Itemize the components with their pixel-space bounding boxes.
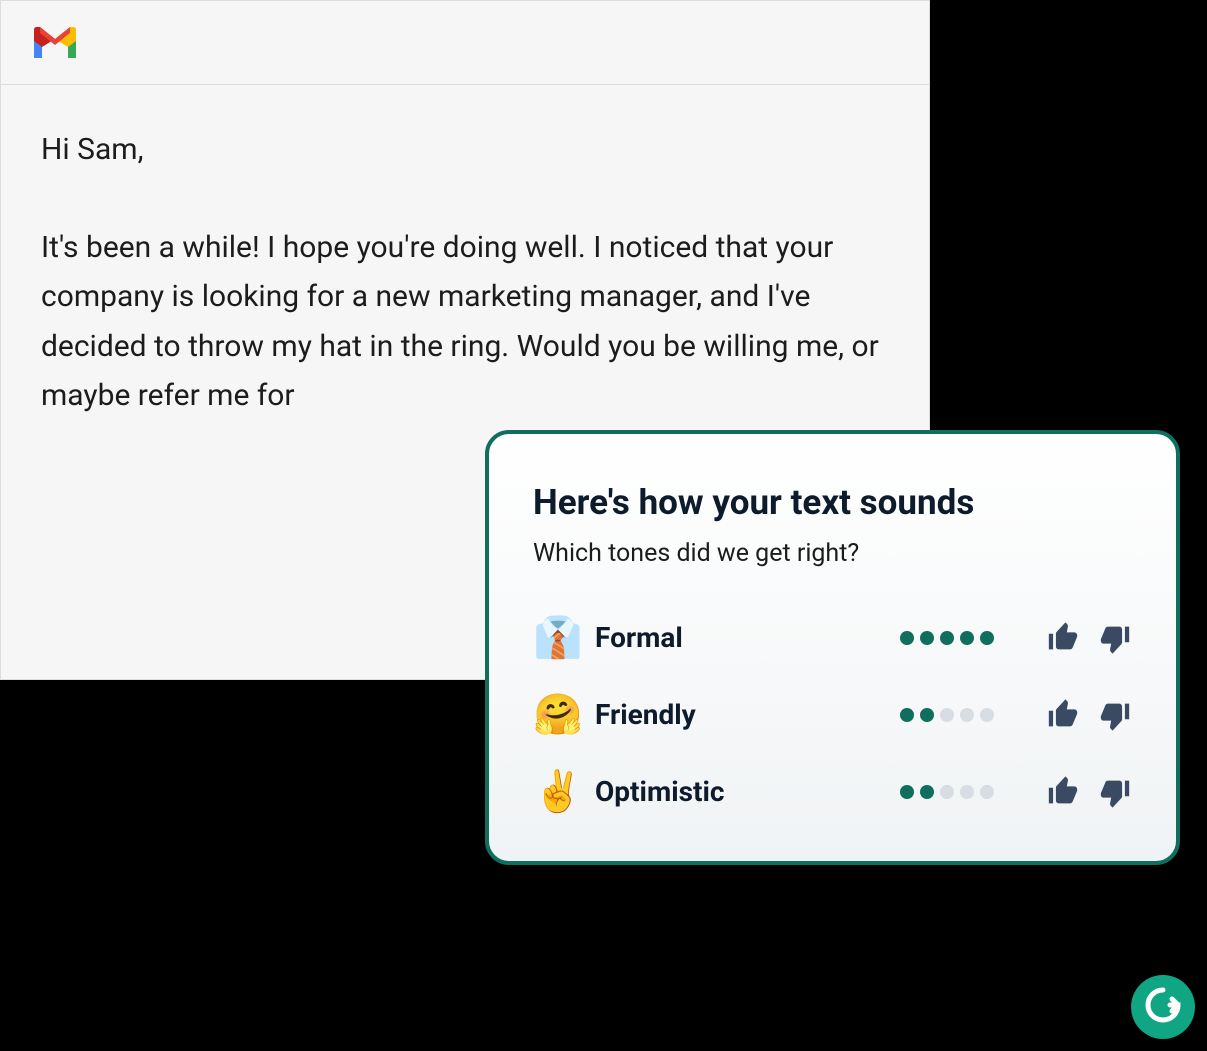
thumbs-up-icon[interactable] xyxy=(1046,621,1080,655)
gmail-logo-icon xyxy=(31,25,79,61)
thumbs-down-icon[interactable] xyxy=(1098,698,1132,732)
score-dot xyxy=(940,785,954,799)
score-dot xyxy=(980,708,994,722)
tone-row: 👔Formal xyxy=(533,614,1132,661)
tone-emoji-icon: 👔 xyxy=(533,614,595,661)
tone-panel-subtitle: Which tones did we get right? xyxy=(533,539,1132,568)
score-dot xyxy=(960,785,974,799)
score-dot xyxy=(920,785,934,799)
score-dot xyxy=(900,785,914,799)
thumbs-up-icon[interactable] xyxy=(1046,775,1080,809)
tone-emoji-icon: ✌️ xyxy=(533,768,595,815)
thumbs-down-icon[interactable] xyxy=(1098,621,1132,655)
score-dot xyxy=(940,708,954,722)
score-dot xyxy=(980,631,994,645)
email-body[interactable]: Hi Sam, It's been a while! I hope you're… xyxy=(1,85,929,451)
score-dot xyxy=(960,631,974,645)
score-dot xyxy=(960,708,974,722)
tone-label: Formal xyxy=(595,621,900,654)
tone-panel-title: Here's how your text sounds xyxy=(533,482,1132,523)
score-dot xyxy=(920,631,934,645)
tone-score-dots xyxy=(900,785,994,799)
email-greeting: Hi Sam, xyxy=(41,125,889,175)
tone-label: Friendly xyxy=(595,698,900,731)
score-dot xyxy=(900,631,914,645)
email-header xyxy=(1,1,929,85)
score-dot xyxy=(900,708,914,722)
grammarly-badge-button[interactable] xyxy=(1131,975,1195,1039)
tone-row: 🤗Friendly xyxy=(533,691,1132,738)
score-dot xyxy=(920,708,934,722)
email-text: It's been a while! I hope you're doing w… xyxy=(41,223,889,421)
thumbs-up-icon[interactable] xyxy=(1046,698,1080,732)
tone-score-dots xyxy=(900,631,994,645)
thumbs-down-icon[interactable] xyxy=(1098,775,1132,809)
tone-row: ✌️Optimistic xyxy=(533,768,1132,815)
tone-label: Optimistic xyxy=(595,775,900,808)
tone-emoji-icon: 🤗 xyxy=(533,691,595,738)
tone-score-dots xyxy=(900,708,994,722)
score-dot xyxy=(980,785,994,799)
tone-detector-panel: Here's how your text sounds Which tones … xyxy=(485,430,1180,865)
score-dot xyxy=(940,631,954,645)
grammarly-g-icon xyxy=(1143,985,1183,1029)
